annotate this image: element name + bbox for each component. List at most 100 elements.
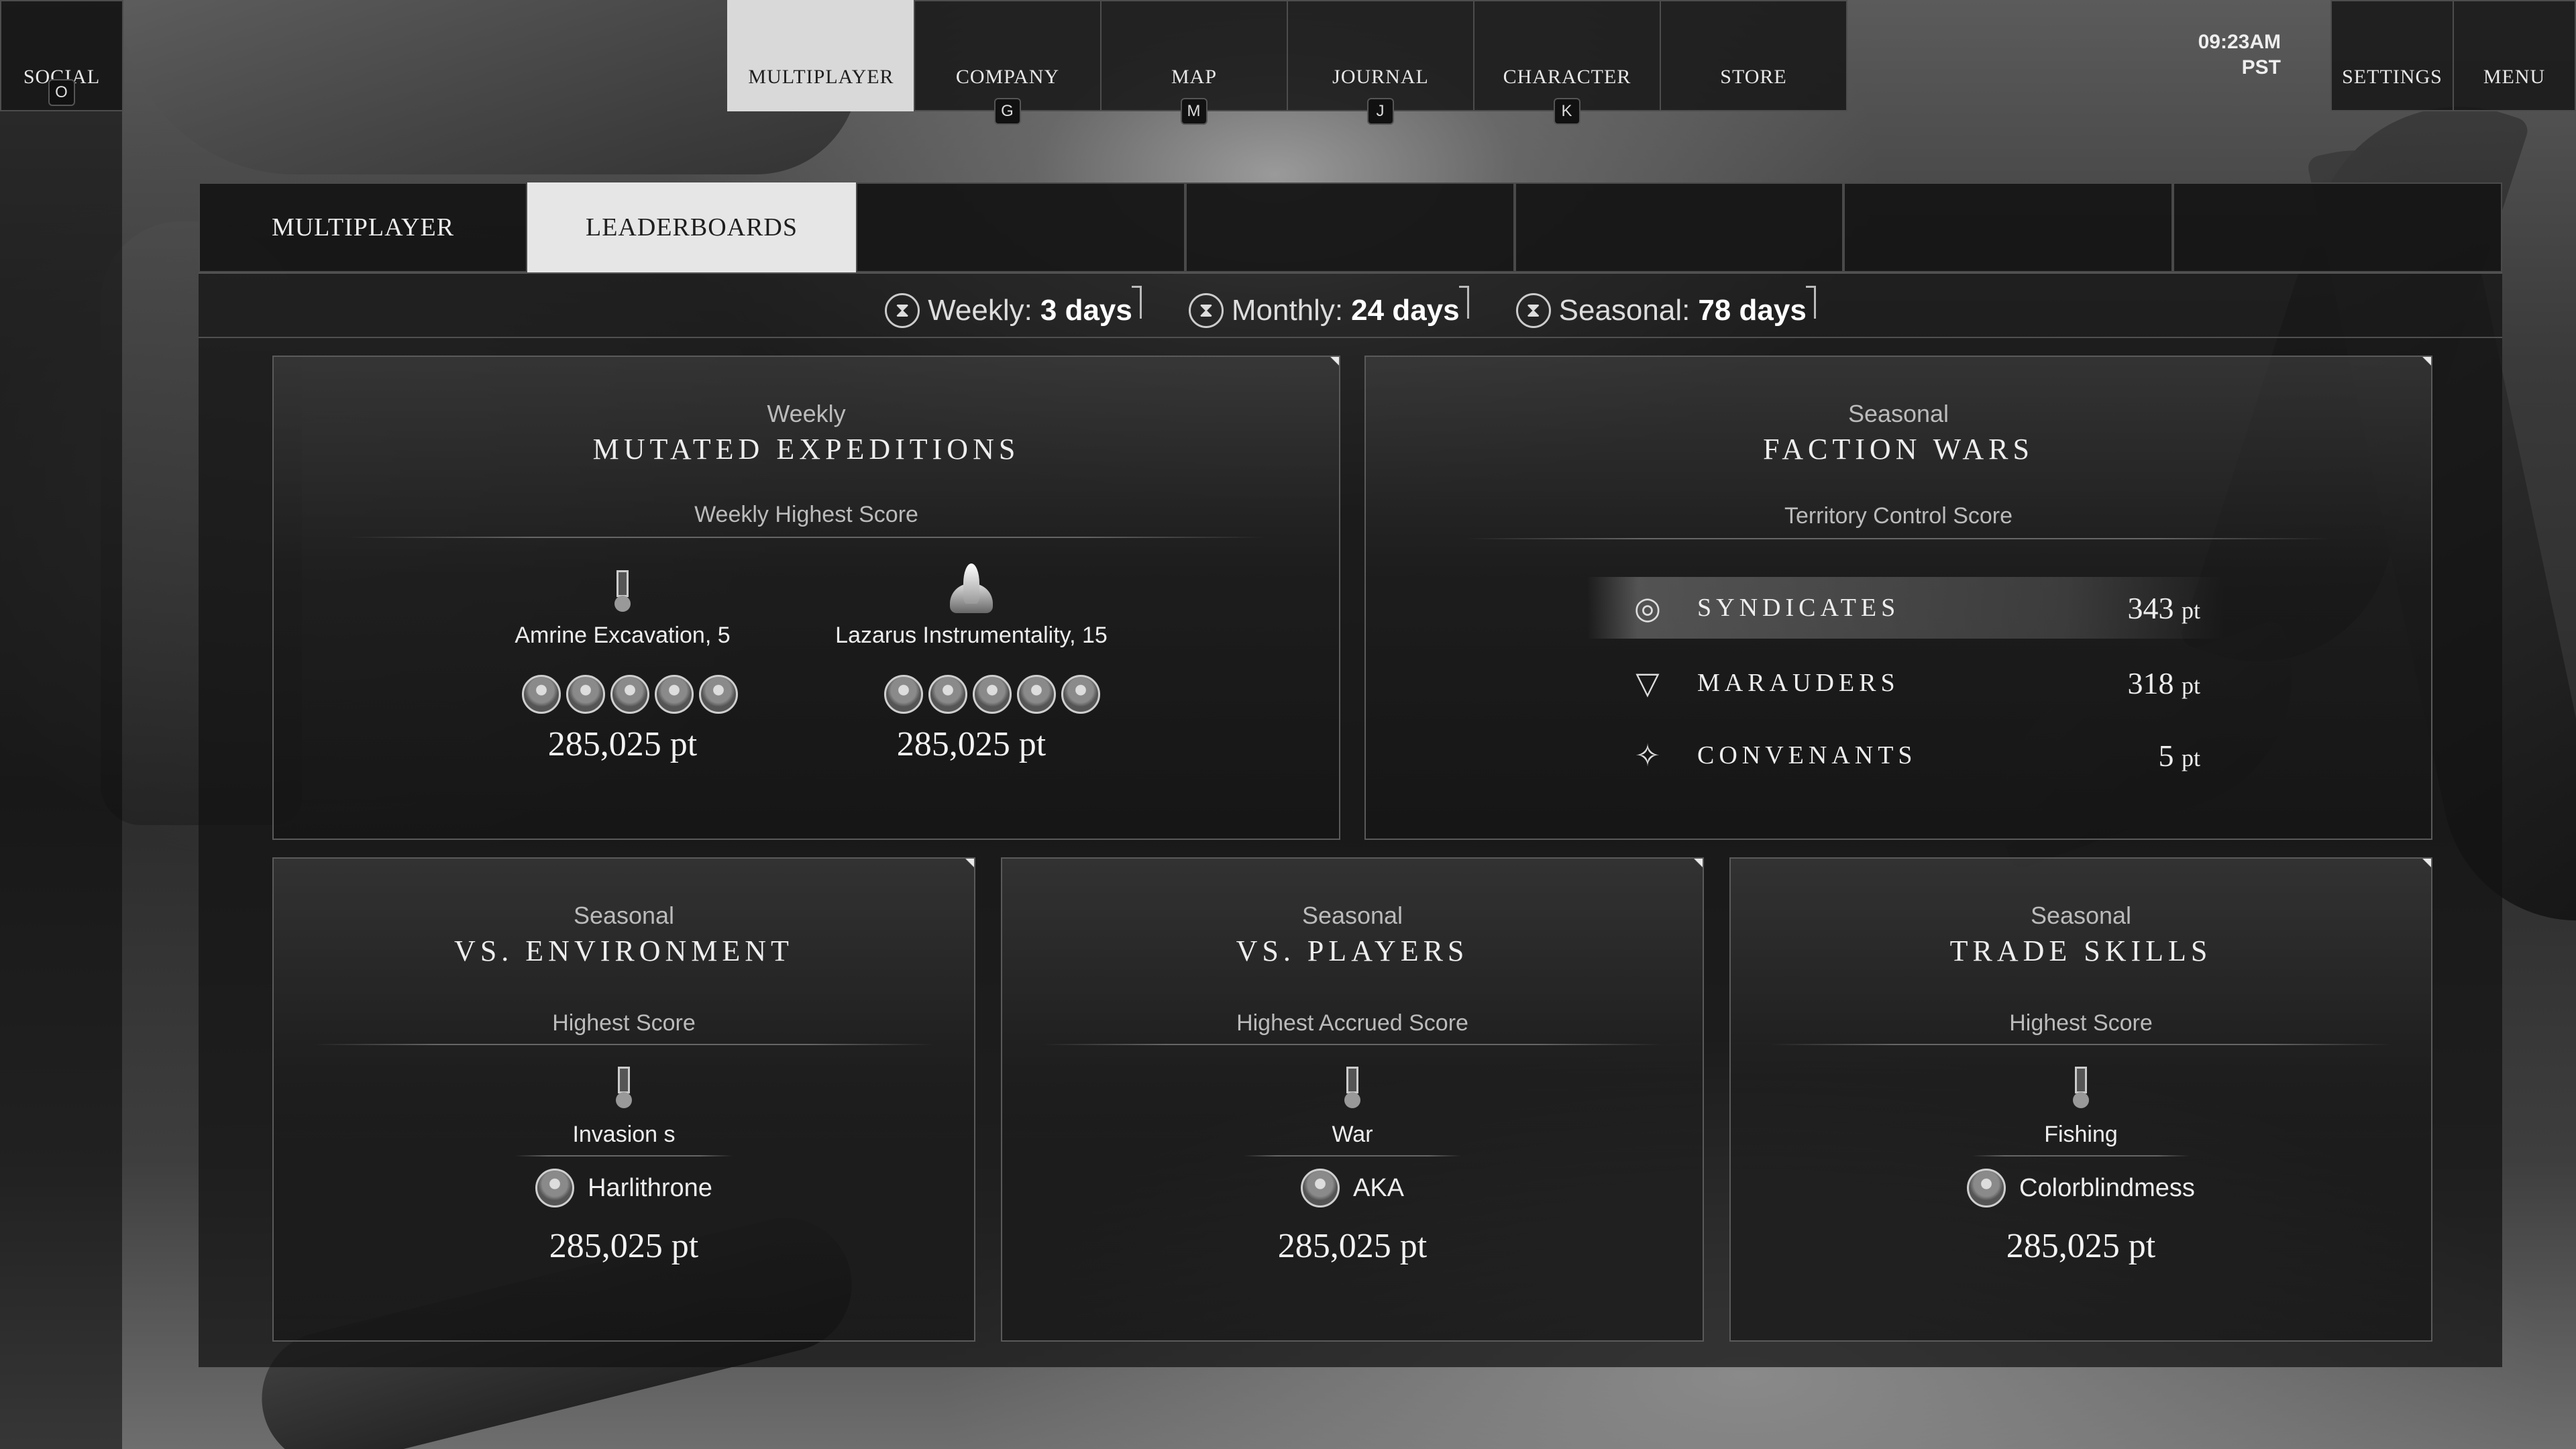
avatar[interactable] — [928, 675, 967, 714]
timer-label: Weekly: — [928, 294, 1032, 327]
nav-store-label: STORE — [1720, 66, 1787, 88]
party-avatars — [884, 675, 1100, 714]
faction-points-unit: pt — [2181, 672, 2200, 699]
nav-settings-button[interactable]: SETTINGS — [2330, 0, 2454, 111]
keybind-o: O — [48, 79, 75, 106]
category-icon-wrap — [1002, 1067, 1703, 1114]
tab-multiplayer[interactable]: MULTIPLAYER — [199, 182, 527, 272]
expedition-score: 285,025 pt — [896, 725, 1046, 763]
faction-row-covenant[interactable]: ✧ CONVENANTS 5 pt — [1587, 724, 2224, 786]
card-vs-environment[interactable]: Seasonal VS. ENVIRONMENT Highest Score I… — [272, 857, 975, 1342]
faction-points-value: 343 — [2127, 590, 2174, 625]
expedition-name: Lazarus Instrumentality, 15 — [835, 623, 1108, 648]
timer-label: Seasonal: — [1558, 294, 1690, 327]
timer-label: Monthly: — [1231, 294, 1344, 327]
player-score: 285,025 pt — [2006, 1227, 2156, 1265]
card-period: Seasonal — [1847, 400, 1949, 427]
card-vs-players[interactable]: Seasonal VS. PLAYERS Highest Accrued Sco… — [1001, 857, 1704, 1342]
expedition-entry — [502, 570, 743, 617]
nav-multiplayer-button[interactable]: MULTIPLAYER — [727, 0, 915, 111]
tab-empty — [1185, 182, 1515, 272]
top-player[interactable]: Colorblindmess — [1731, 1169, 2431, 1208]
expedition-entry — [931, 564, 1012, 617]
divider — [1466, 538, 2330, 539]
card-title: VS. PLAYERS — [1236, 934, 1469, 967]
faction-row-syndicates[interactable]: ◎ SYNDICATES 343 pt — [1587, 577, 2224, 639]
nav-map-label: MAP — [1171, 66, 1218, 88]
card-metric: Highest Score — [552, 1010, 696, 1036]
nav-settings-label: SETTINGS — [2342, 66, 2443, 88]
timer-value: 24 days — [1351, 294, 1460, 327]
nav-store-button[interactable]: STORE — [1660, 0, 1847, 111]
card-period: Seasonal — [573, 902, 675, 929]
faction-points-unit: pt — [2181, 744, 2200, 771]
card-trade-skills[interactable]: Seasonal TRADE SKILLS Highest Score Fish… — [1729, 857, 2432, 1342]
nav-character-label: CHARACTER — [1503, 66, 1631, 88]
war-tower-icon — [1337, 1067, 1368, 1114]
divider — [1771, 1044, 2391, 1045]
card-mutated-expeditions[interactable]: Weekly MUTATED EXPEDITIONS Weekly Highes… — [272, 356, 1340, 840]
avatar[interactable] — [699, 675, 738, 714]
nav-journal-label: JOURNAL — [1332, 66, 1429, 88]
seasonal-timer: ⧗ Seasonal: 78 days — [1515, 284, 1816, 337]
keybind-g: G — [994, 98, 1021, 125]
avatar — [1300, 1169, 1340, 1208]
faction-row-marauders[interactable]: ▽ MARAUDERS 318 pt — [1587, 652, 2224, 714]
syndicate-emblem-icon: ◎ — [1633, 590, 1662, 625]
marauder-emblem-icon: ▽ — [1635, 665, 1660, 700]
nav-map-button[interactable]: MAP M — [1100, 0, 1288, 125]
left-shade — [0, 0, 122, 1449]
avatar[interactable] — [655, 675, 694, 714]
tab-empty — [1514, 182, 1844, 272]
top-nav: SOCIAL O MULTIPLAYER COMPANY G MAP M JOU… — [0, 0, 2576, 125]
nav-company-label: COMPANY — [955, 66, 1060, 88]
avatar[interactable] — [973, 675, 1012, 714]
sub-tabs: MULTIPLAYER LEADERBOARDS — [199, 182, 2502, 274]
avatar[interactable] — [566, 675, 605, 714]
timer-value: 78 days — [1698, 294, 1807, 327]
nav-menu-button[interactable]: MENU — [2453, 0, 2576, 111]
party-avatars — [522, 675, 738, 714]
nav-multiplayer-label: MULTIPLAYER — [748, 66, 894, 88]
category-icon-wrap — [274, 1067, 974, 1114]
card-period: Seasonal — [2030, 902, 2132, 929]
avatar[interactable] — [1017, 675, 1056, 714]
avatar[interactable] — [884, 675, 923, 714]
nav-social-button[interactable]: SOCIAL O — [0, 0, 123, 111]
player-name: Colorblindmess — [2019, 1173, 2195, 1202]
faction-points-value: 318 — [2127, 665, 2174, 700]
card-title: TRADE SKILLS — [1949, 934, 2212, 967]
card-metric: Weekly Highest Score — [694, 502, 918, 527]
clock-time: 09:23AM — [2198, 31, 2281, 53]
reset-timers: ⧗ Weekly: 3 days ⧗ Monthly: 24 days ⧗ Seas… — [199, 284, 2502, 338]
avatar — [535, 1169, 575, 1208]
divider — [314, 1044, 934, 1045]
nav-company-button[interactable]: COMPANY G — [914, 0, 1102, 125]
tab-empty — [856, 182, 1185, 272]
faction-name: CONVENANTS — [1697, 741, 1917, 769]
tab-empty — [1843, 182, 2174, 272]
top-player[interactable]: Harlithrone — [274, 1169, 974, 1208]
avatar[interactable] — [610, 675, 649, 714]
player-name: Harlithrone — [588, 1173, 712, 1202]
hourglass-icon: ⧗ — [885, 293, 920, 328]
divider — [515, 1155, 733, 1157]
keybind-j: J — [1367, 98, 1394, 125]
faction-name: MARAUDERS — [1697, 669, 1900, 697]
clock-timezone: PST — [2241, 56, 2281, 78]
tab-empty — [2173, 182, 2502, 272]
divider — [347, 537, 1265, 538]
clock: 09:23AM PST — [2180, 30, 2281, 80]
avatar — [1967, 1169, 2006, 1208]
nav-character-button[interactable]: CHARACTER K — [1473, 0, 1661, 125]
faction-points: 5 pt — [2073, 738, 2200, 773]
tab-leaderboards[interactable]: LEADERBOARDS — [527, 182, 856, 272]
top-player[interactable]: AKA — [1002, 1169, 1703, 1208]
nav-journal-button[interactable]: JOURNAL J — [1287, 0, 1474, 125]
faction-points-value: 5 — [2158, 738, 2174, 773]
card-faction-wars[interactable]: Seasonal FACTION WARS Territory Control … — [1364, 356, 2432, 840]
avatar[interactable] — [522, 675, 561, 714]
covenant-emblem-icon: ✧ — [1634, 738, 1661, 773]
avatar[interactable] — [1061, 675, 1100, 714]
flame-icon — [945, 564, 998, 617]
